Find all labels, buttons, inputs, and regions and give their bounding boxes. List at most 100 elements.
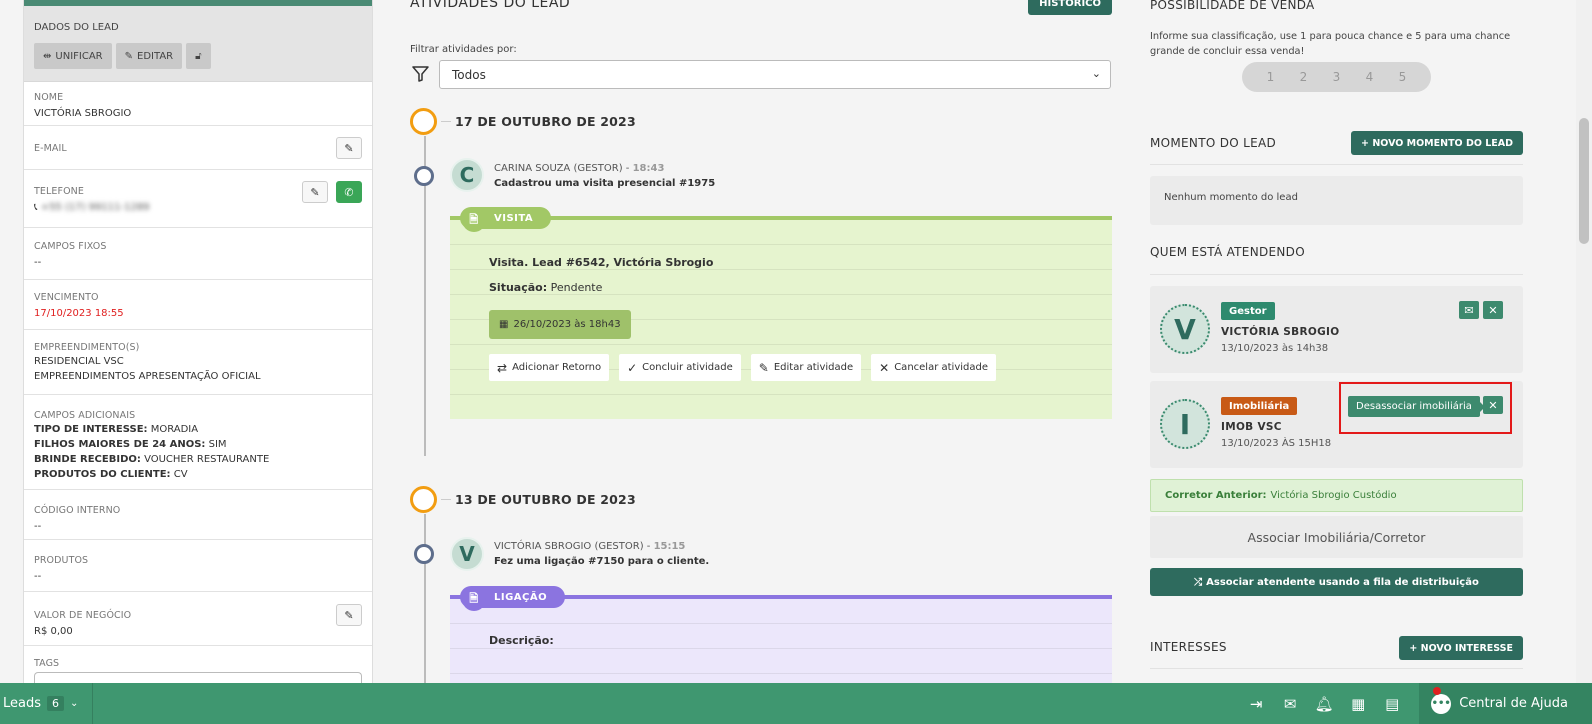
field-value: CV: [173, 469, 188, 480]
field-value: 17/10/2023 18:55: [34, 308, 124, 319]
field-value: VOUCHER RESTAURANTE: [144, 454, 270, 465]
activity-marker-icon: [414, 544, 434, 564]
call-description-label: Descrição:: [489, 634, 554, 647]
rating-option[interactable]: 4: [1366, 70, 1374, 84]
rating-option[interactable]: 5: [1399, 70, 1407, 84]
avatar: C: [450, 158, 484, 192]
rating-option[interactable]: 2: [1300, 70, 1308, 84]
role-badge: Imobiliária: [1221, 397, 1298, 415]
field-key: TIPO DE INTERESSE:: [34, 424, 148, 435]
new-moment-button[interactable]: + NOVO MOMENTO DO LEAD: [1351, 131, 1523, 155]
edit-phone-button[interactable]: ✎: [302, 181, 328, 203]
cancel-activity-button[interactable]: ✕ Cancelar atividade: [871, 354, 996, 381]
merge-icon: ⇹: [43, 50, 52, 62]
close-icon: ✕: [1488, 303, 1498, 317]
activity-filter-select[interactable]: Todos ⌄: [439, 60, 1111, 89]
rating-selector: 1 2 3 4 5: [1242, 62, 1431, 92]
lock-button[interactable]: 🔓︎: [186, 43, 211, 69]
role-badge: Gestor: [1221, 302, 1275, 320]
avatar: V: [1160, 304, 1210, 354]
field-key: FILHOS MAIORES DE 24 ANOS:: [34, 439, 206, 450]
repeat-icon: ⇄: [497, 360, 508, 375]
pencil-icon: ✎: [344, 608, 354, 622]
leads-tab[interactable]: Leads 6 ⌄: [0, 683, 94, 724]
distribution-queue-button[interactable]: ⤮ Associar atendente usando a fila de dis…: [1150, 568, 1523, 596]
field-label: CÓDIGO INTERNO: [34, 505, 121, 516]
pencil-icon: ✎: [758, 360, 769, 375]
avatar: I: [1160, 399, 1210, 449]
remove-attendant-button[interactable]: ✕: [1483, 301, 1503, 319]
field-label: TAGS: [34, 658, 60, 669]
help-center-button[interactable]: ••• Central de Ajuda: [1419, 683, 1592, 724]
sale-possibility-help: Informe sua classificação, use 1 para po…: [1150, 31, 1511, 57]
complete-activity-button[interactable]: ✓ Concluir atividade: [619, 354, 741, 381]
activity-author: CARINA SOUZA (GESTOR) - 18:43: [494, 163, 665, 174]
history-button[interactable]: HISTÓRICO: [1028, 0, 1112, 15]
timeline-line: [424, 514, 426, 694]
rating-option[interactable]: 1: [1267, 70, 1275, 84]
edit-lead-button[interactable]: ✎ EDITAR: [115, 43, 183, 69]
lead-data-panel: DADOS DO LEAD ⇹ UNIFICAR ✎ EDITAR 🔓︎ NOME …: [23, 0, 373, 693]
edit-email-button[interactable]: ✎: [336, 137, 362, 159]
visit-card: 🗎 VISITA Visita. Lead #6542, Victória Sbr…: [450, 207, 1112, 419]
field-label: PRODUTOS: [34, 555, 89, 566]
field-label: EMPREENDIMENTO(S): [34, 342, 140, 353]
activity-description: Cadastrou uma visita presencial #1975: [494, 178, 716, 189]
date-marker-icon: [410, 108, 437, 135]
email-button[interactable]: ✉: [1459, 301, 1479, 319]
attending-title: QUEM ESTÁ ATENDENDO: [1150, 245, 1305, 259]
attendant-name: VICTÓRIA SBROGIO: [1221, 326, 1340, 338]
field-empreendimentos: EMPREENDIMENTO(S) RESIDENCIAL VSC EMPREE…: [24, 330, 372, 395]
activities-title: ATIVIDADES DO LEAD: [410, 0, 571, 11]
previous-broker: Corretor Anterior: Victória Sbrogio Custó…: [1150, 479, 1523, 512]
calendar-icon[interactable]: ▦: [1341, 695, 1375, 713]
edit-value-button[interactable]: ✎: [336, 604, 362, 626]
edit-activity-button[interactable]: ✎ Editar atividade: [750, 354, 862, 381]
whatsapp-button[interactable]: ✆: [336, 181, 362, 203]
activity-marker-icon: [414, 166, 434, 186]
unify-button[interactable]: ⇹ UNIFICAR: [34, 43, 112, 69]
pencil-icon: ✎: [310, 185, 320, 199]
filter-icon: [412, 66, 429, 86]
field-value: RESIDENCIAL VSC: [34, 356, 124, 367]
lead-moment-title: MOMENTO DO LEAD: [1150, 136, 1277, 150]
attendant-card: V Gestor VICTÓRIA SBROGIO 13/10/2023 às …: [1150, 286, 1523, 373]
leads-label: Leads: [3, 696, 42, 711]
associate-agency-button[interactable]: Associar Imobiliária/Corretor: [1150, 516, 1523, 558]
visit-title: Visita. Lead #6542, Victória Sbrogio: [489, 256, 714, 269]
field-email: E-MAIL ✎: [24, 126, 372, 170]
chevron-down-icon: ⌄: [1091, 67, 1101, 80]
attendant-date: 13/10/2023 às 14h38: [1221, 343, 1329, 354]
avatar: V: [450, 537, 484, 571]
bell-icon[interactable]: 🔔︎: [1307, 695, 1341, 713]
field-value: --: [34, 257, 42, 268]
check-icon: ✓: [627, 360, 638, 375]
field-label: CAMPOS ADICIONAIS: [34, 410, 136, 421]
field-label: E-MAIL: [34, 143, 67, 154]
chevron-down-icon: ⌄: [70, 698, 79, 709]
right-panel: POSSIBILIDADE DE VENDA Informe sua class…: [1150, 0, 1523, 693]
field-label: NOME: [34, 92, 64, 103]
new-interest-button[interactable]: + NOVO INTERESSE: [1399, 636, 1523, 660]
activity-time: 15:15: [653, 541, 686, 552]
field-campos-adicionais: CAMPOS ADICIONAIS TIPO DE INTERESSE: MOR…: [24, 395, 372, 490]
leads-count: 6: [47, 696, 65, 711]
scrollbar-thumb[interactable]: [1579, 118, 1589, 244]
close-icon: ✕: [879, 360, 890, 375]
sale-possibility-title: POSSIBILIDADE DE VENDA: [1150, 0, 1315, 12]
date-header: 13 DE OUTUBRO DE 2023: [410, 486, 636, 513]
rating-option[interactable]: 3: [1333, 70, 1341, 84]
mail-star-icon[interactable]: ✉: [1273, 695, 1307, 713]
field-value: R$ 0,00: [34, 626, 73, 637]
agency-name: IMOB VSC: [1221, 421, 1282, 433]
scrollbar[interactable]: [1576, 0, 1592, 693]
lock-icon: 🔓︎: [195, 50, 202, 62]
add-return-button[interactable]: ⇄ Adicionar Retorno: [489, 354, 610, 381]
field-valor-negocio: VALOR DE NEGÓCIO R$ 0,00 ✎: [24, 592, 372, 646]
field-key: PRODUTOS DO CLIENTE:: [34, 469, 171, 480]
field-vencimento: VENCIMENTO 17/10/2023 18:55: [24, 280, 372, 330]
agency-card: I Imobiliária IMOB VSC 13/10/2023 ÀS 15H…: [1150, 381, 1523, 468]
collapse-icon[interactable]: ⇥: [1239, 695, 1273, 713]
date-marker-icon: [410, 486, 437, 513]
calculator-icon[interactable]: ▤: [1375, 695, 1409, 713]
